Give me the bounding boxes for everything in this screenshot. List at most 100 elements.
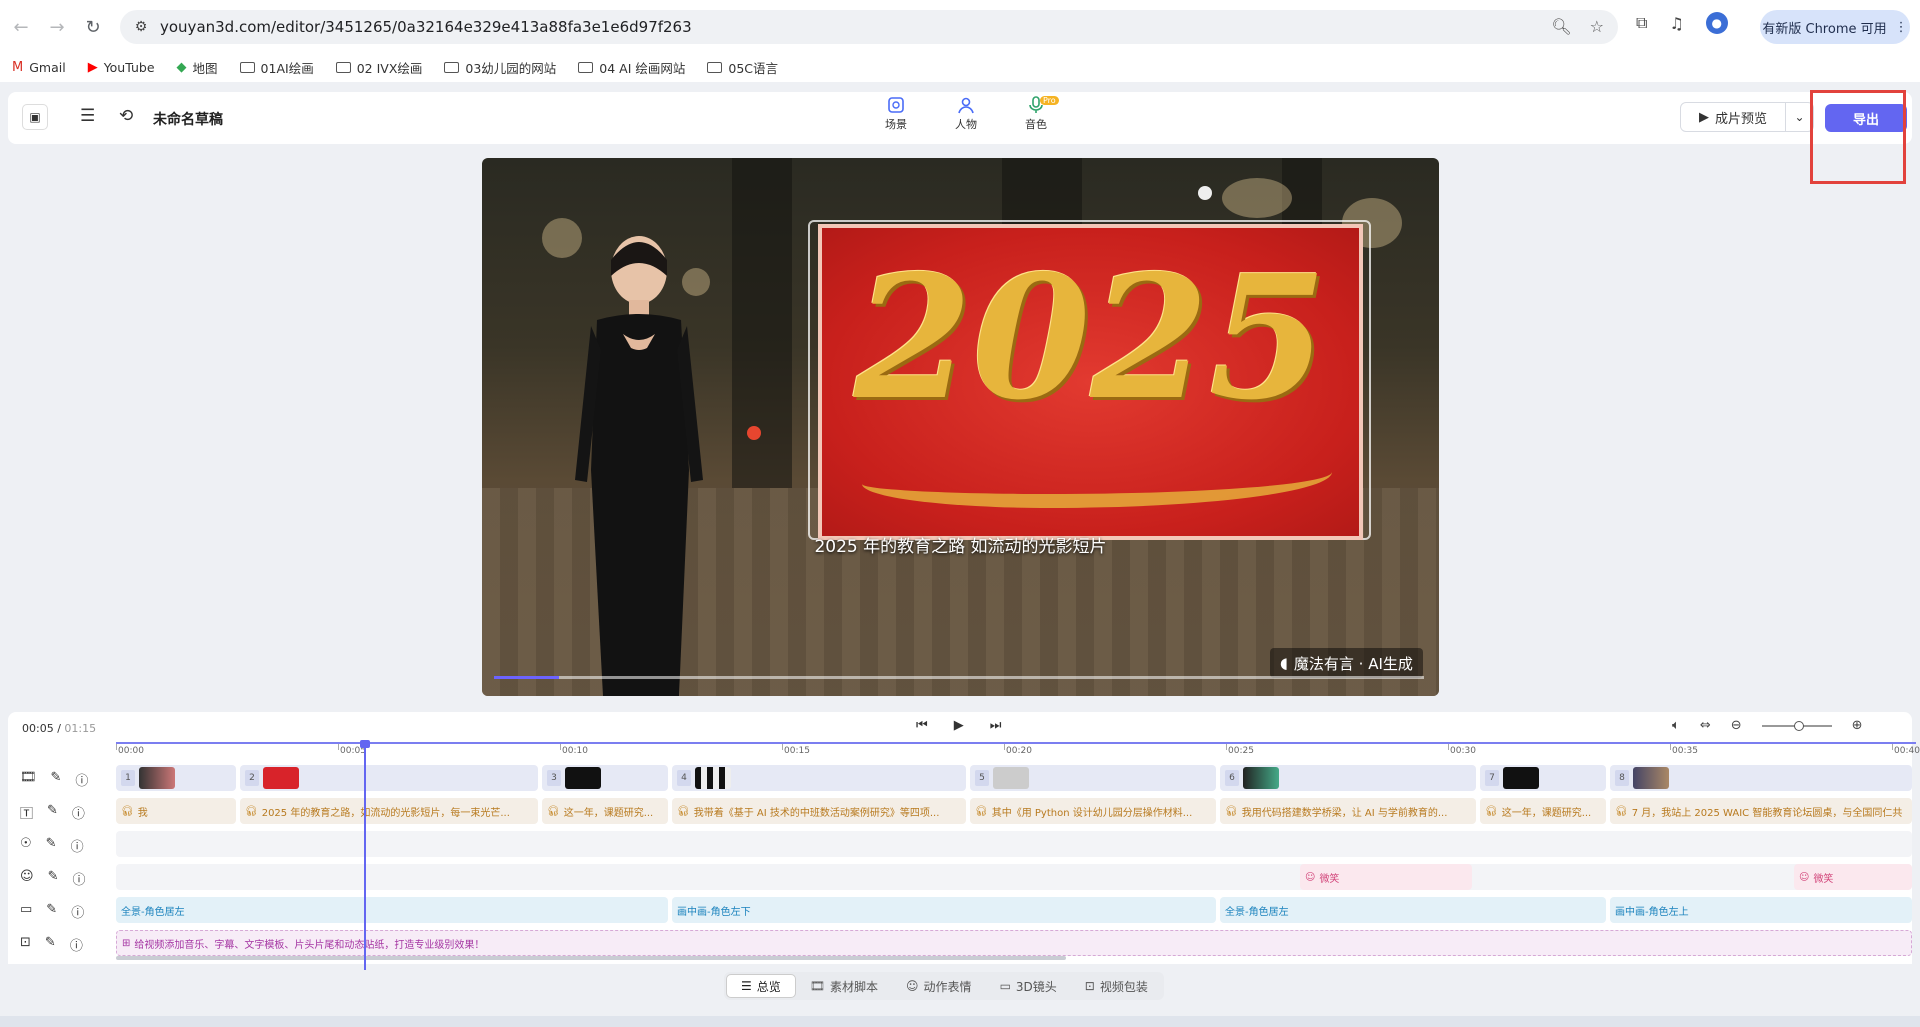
fit-width-icon[interactable]: ⇔ — [1700, 718, 1711, 733]
emotion-clip[interactable]: ☺ 微笑 — [1300, 864, 1472, 890]
address-bar[interactable]: ⚙ youyan3d.com/editor/3451265/0a32164e32… — [120, 10, 1618, 44]
rotate-handle[interactable] — [1198, 186, 1212, 200]
preview-button[interactable]: ▶ 成片预览 — [1680, 102, 1786, 132]
forward-icon[interactable]: → — [42, 12, 72, 42]
edit-icon[interactable]: ✎ — [46, 836, 57, 855]
scene-thumbnail — [993, 767, 1029, 789]
script-clip[interactable]: 🎧︎ 这一年，课题研究... — [1480, 798, 1606, 824]
scene-clip[interactable]: 1 — [116, 765, 236, 791]
ruler-tick: 00:25 — [1226, 744, 1254, 756]
url-text[interactable]: youyan3d.com/editor/3451265/0a32164e329e… — [160, 18, 692, 36]
image-card[interactable]: 2025 — [818, 224, 1363, 540]
camera-clip[interactable]: 画中画-角色左下 — [672, 897, 1216, 923]
zoom-slider[interactable] — [1761, 720, 1832, 731]
script-clip[interactable]: 🎧︎ 其中《用 Python 设计幼儿园分层操作材料... — [970, 798, 1216, 824]
tab-scene[interactable]: 场景 — [878, 96, 914, 132]
scene-clip[interactable]: 2 — [240, 765, 538, 791]
scene-clip[interactable]: 7 — [1480, 765, 1606, 791]
package-hint[interactable]: ⊞ 给视频添加音乐、字幕、文字模板、片头片尾和动态贴纸，打造专业级别效果！ — [116, 930, 1912, 956]
draft-title[interactable]: 未命名草稿 — [153, 109, 223, 129]
edit-icon[interactable]: ✎ — [46, 902, 57, 921]
scene-number: 2 — [245, 770, 259, 786]
background-pillar — [732, 158, 792, 488]
scene-clip[interactable]: 4 — [672, 765, 966, 791]
scene-clip[interactable]: 5 — [970, 765, 1216, 791]
help-icon[interactable]: ⓘ — [75, 770, 88, 789]
tab-label: 音色 — [1025, 118, 1047, 131]
edit-icon[interactable]: ✎ — [51, 770, 62, 789]
tab-3d-camera[interactable]: ▭ 3D镜头 — [986, 974, 1071, 998]
bookmark-youtube[interactable]: ▶ YouTube — [88, 60, 155, 75]
bookmark-gmail[interactable]: M Gmail — [12, 60, 66, 75]
scene-clip[interactable]: 3 — [542, 765, 668, 791]
bookmark-folder-2[interactable]: 02 IVX绘画 — [335, 58, 422, 77]
camera-clip[interactable]: 全景-角色居左 — [116, 897, 668, 923]
video-preview[interactable]: 2025 2025 年的教育之路 如流动的光影短片 ◖ 魔法有言 · AI生成 — [482, 158, 1439, 696]
help-icon[interactable]: ⓘ — [72, 869, 85, 888]
play-pause-icon[interactable]: ▶ — [954, 718, 964, 733]
media-icon[interactable]: ♫ — [1669, 14, 1683, 33]
zoom-in-icon[interactable]: ⊕ — [1852, 718, 1863, 733]
scene-clip[interactable]: 8 — [1610, 765, 1912, 791]
script-clip[interactable]: 🎧︎ 我 — [116, 798, 236, 824]
menu-dots-icon[interactable]: ⋮ — [1895, 20, 1908, 35]
bookmark-folder-1[interactable]: 01AI绘画 — [239, 58, 314, 77]
video-progress-bar[interactable] — [494, 676, 1424, 679]
scene-clip[interactable]: 6 — [1220, 765, 1476, 791]
edit-icon[interactable]: ✎ — [47, 803, 58, 822]
zoom-icon[interactable]: 🔍︎ — [1551, 17, 1571, 36]
bookmark-maps[interactable]: ◆ 地图 — [177, 58, 218, 77]
extensions-icon[interactable]: ⧉ — [1636, 13, 1647, 33]
script-clip[interactable]: 🎧︎ 这一年，课题研究... — [542, 798, 668, 824]
script-clip[interactable]: 🎧︎ 7 月，我站上 2025 WAIC 智能教育论坛圆桌，与全国同仁共 — [1610, 798, 1912, 824]
history-icon[interactable]: ⟲ — [119, 106, 133, 126]
emotion-clip[interactable]: ☺ 微笑 — [1794, 864, 1912, 890]
emotion-lane[interactable] — [116, 864, 1912, 890]
playhead[interactable] — [360, 740, 370, 970]
chrome-update-button[interactable]: 有新版 Chrome 可用 ⋮ — [1760, 10, 1910, 44]
zoom-out-icon[interactable]: ⊖ — [1731, 718, 1742, 733]
volume-icon[interactable]: 🔈︎ — [1672, 718, 1680, 733]
bookmark-star-icon[interactable]: ☆ — [1590, 17, 1604, 36]
tab-video-package[interactable]: ⊡ 视频包装 — [1071, 974, 1162, 998]
bookmark-folder-5[interactable]: 05C语言 — [707, 58, 778, 77]
time-ruler[interactable]: 00:00 00:05 00:10 00:15 00:20 00:25 00:30 00:35… — [116, 742, 1920, 756]
camera-clip[interactable]: 画中画-角色左上 — [1610, 897, 1912, 923]
tab-person[interactable]: 人物 — [948, 96, 984, 132]
edit-icon[interactable]: ✎ — [48, 869, 59, 888]
timeline-scrollbar[interactable] — [116, 956, 1066, 960]
headphone-icon: 🎧︎ — [1225, 805, 1238, 817]
script-clip[interactable]: 🎧︎ 我用代码搭建数学桥梁，让 AI 与学前教育的... — [1220, 798, 1476, 824]
bookmark-folder-4[interactable]: 04 AI 绘画网站 — [578, 58, 685, 77]
help-icon[interactable]: ⓘ — [71, 836, 84, 855]
help-icon[interactable]: ⓘ — [72, 803, 85, 822]
folder-icon — [335, 61, 351, 73]
scene-thumbnail — [263, 767, 299, 789]
resize-handle[interactable] — [747, 426, 761, 440]
help-icon[interactable]: ⓘ — [71, 902, 84, 921]
tab-overview[interactable]: ☰ 总览 — [726, 974, 796, 998]
skip-forward-icon[interactable]: ⏭ — [990, 718, 1002, 733]
watermark-text: 魔法有言 · AI生成 — [1293, 654, 1413, 673]
bookmark-folder-3[interactable]: 03幼儿园的网站 — [444, 58, 556, 77]
edit-icon[interactable]: ✎ — [45, 935, 56, 954]
script-clip[interactable]: 🎧︎ 2025 年的教育之路，如流动的光影短片，每一束光芒... — [240, 798, 538, 824]
skip-back-icon[interactable]: ⏮ — [916, 718, 928, 733]
action-lane[interactable] — [116, 831, 1912, 857]
tab-action-expression[interactable]: ☺ 动作表情 — [892, 974, 986, 998]
tab-voice[interactable]: Pro 音色 — [1018, 96, 1059, 132]
profile-avatar[interactable]: ● — [1705, 12, 1728, 34]
back-icon[interactable]: ← — [6, 12, 36, 42]
tab-material-script[interactable]: 🎞︎ 素材脚本 — [796, 974, 892, 998]
help-icon[interactable]: ⓘ — [70, 935, 83, 954]
menu-icon[interactable]: ☰ — [80, 106, 95, 126]
reload-icon[interactable]: ↻ — [78, 12, 108, 42]
camera-clip[interactable]: 全景-角色居左 — [1220, 897, 1606, 923]
site-settings-icon[interactable]: ⚙ — [126, 19, 156, 35]
folder-icon — [444, 61, 460, 73]
zoom-slider-knob[interactable] — [1793, 720, 1804, 731]
avatar-character[interactable] — [567, 230, 712, 696]
sidebar-toggle-icon[interactable]: ▣ — [22, 104, 48, 130]
script-clip[interactable]: 🎧︎ 我带着《基于 AI 技术的中班数活动案例研究》等四项... — [672, 798, 966, 824]
film-icon: 🎞︎ — [20, 770, 37, 785]
